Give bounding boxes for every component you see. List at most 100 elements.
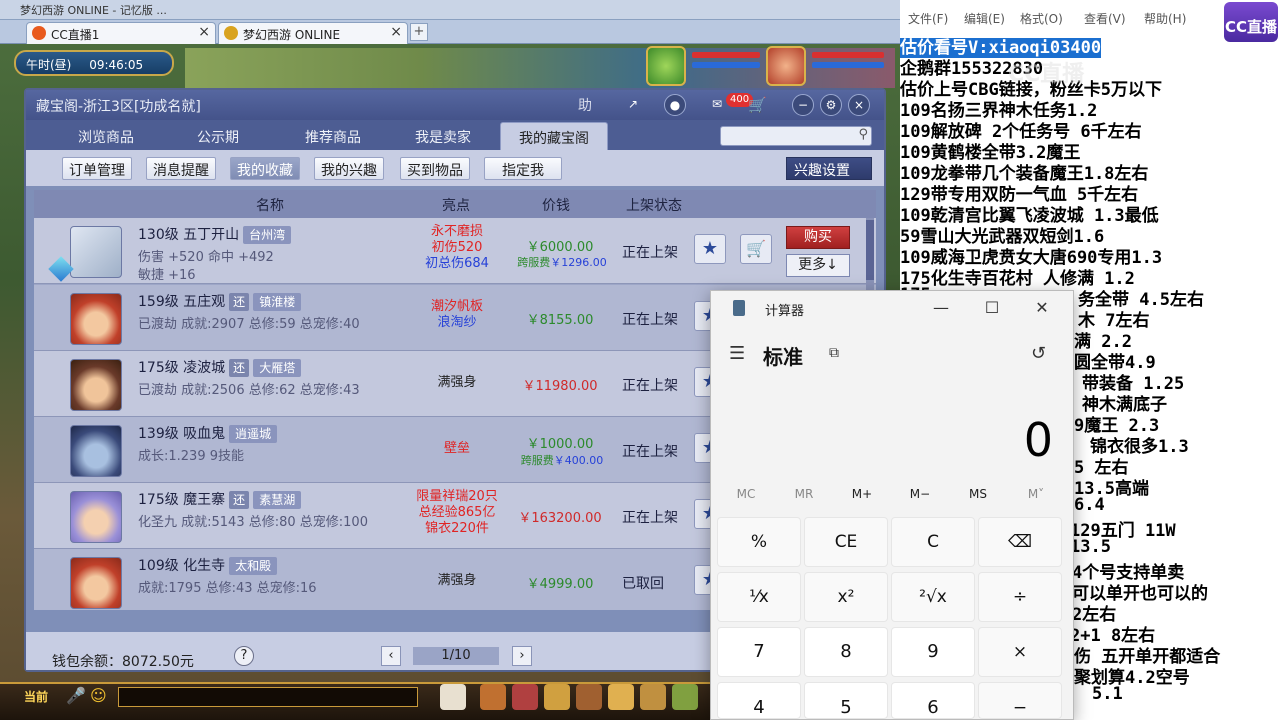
close-icon[interactable]: × xyxy=(848,94,870,116)
menu-format[interactable]: 格式(O) xyxy=(1020,10,1063,27)
character-avatar[interactable] xyxy=(70,491,122,543)
scrollbar-thumb[interactable] xyxy=(866,220,874,280)
minimize-icon[interactable]: − xyxy=(792,94,814,116)
clear-key[interactable]: C xyxy=(891,517,975,567)
tab-recommend[interactable]: 推荐商品 xyxy=(280,122,386,150)
browser-tab-cc[interactable]: CC直播1 × xyxy=(26,22,216,44)
mem-store-button[interactable]: MS xyxy=(949,487,1007,501)
settings-icon[interactable]: ⚙ xyxy=(820,94,842,116)
mem-list-button[interactable]: M˅ xyxy=(1007,487,1065,501)
character-avatar[interactable] xyxy=(70,557,122,609)
pet-avatar[interactable] xyxy=(646,46,686,86)
tab-my-pavilion[interactable]: 我的藏宝阁 xyxy=(500,122,608,150)
close-icon[interactable]: × xyxy=(198,24,210,40)
weapon-axe-icon[interactable] xyxy=(70,226,122,278)
digit-4-key[interactable]: 4 xyxy=(717,682,801,719)
character-avatar[interactable] xyxy=(70,293,122,345)
pet-avatar[interactable] xyxy=(70,425,122,477)
player-avatar[interactable] xyxy=(766,46,806,86)
buy-button[interactable]: 购买 xyxy=(786,226,850,249)
quest-icon[interactable] xyxy=(608,684,634,710)
digit-7-key[interactable]: 7 xyxy=(717,627,801,677)
history-icon[interactable]: ↺ xyxy=(1031,343,1046,364)
sqrt-key[interactable]: ²√x xyxy=(891,572,975,622)
mem-recall-button[interactable]: MR xyxy=(775,487,833,501)
pet-icon[interactable] xyxy=(440,684,466,710)
note-line-partial[interactable]: 13.5 xyxy=(1070,537,1111,557)
menu-file[interactable]: 文件(F) xyxy=(908,10,948,27)
more-button[interactable]: 更多↓ xyxy=(786,254,850,277)
menu-help[interactable]: 帮助(H) xyxy=(1144,10,1186,27)
tab-public[interactable]: 公示期 xyxy=(168,122,268,150)
cart-icon[interactable]: 🛒 xyxy=(740,234,772,264)
mem-subtract-button[interactable]: M− xyxy=(891,487,949,501)
gift-icon[interactable] xyxy=(576,684,602,710)
record-icon[interactable]: ● xyxy=(664,94,686,116)
minus-key[interactable]: − xyxy=(978,682,1062,719)
clock-period: 午时(昼) xyxy=(26,58,72,72)
clear-entry-key[interactable]: CE xyxy=(804,517,888,567)
divide-key[interactable]: ÷ xyxy=(978,572,1062,622)
tab-browse[interactable]: 浏览商品 xyxy=(56,122,156,150)
help-button[interactable]: 助 xyxy=(578,95,592,115)
skill-icon[interactable] xyxy=(480,684,506,710)
digit-8-key[interactable]: 8 xyxy=(804,627,888,677)
close-button[interactable]: ✕ xyxy=(1027,297,1057,321)
browser-tab-game[interactable]: 梦幻西游 ONLINE × xyxy=(218,22,408,44)
map-icon[interactable] xyxy=(640,684,666,710)
favorite-star-icon[interactable]: ★ xyxy=(694,234,726,264)
cart-icon[interactable]: 🛒 xyxy=(748,96,767,114)
share-icon[interactable]: ↗ xyxy=(622,94,644,116)
server-tag: 逍遥城 xyxy=(229,425,278,443)
backspace-key[interactable]: ⌫ xyxy=(978,517,1062,567)
note-line-partial[interactable]: 5.1 xyxy=(1092,684,1123,704)
friend-icon[interactable] xyxy=(672,684,698,710)
character-avatar[interactable] xyxy=(70,359,122,411)
note-line-partial[interactable]: 6.4 xyxy=(1074,495,1105,515)
cc-live-icon xyxy=(32,26,46,40)
table-row[interactable]: 130级 五丁开山 台州湾 伤害 +520 命中 +492 敏捷 +16 永不磨损… xyxy=(34,218,876,284)
subtab-messages[interactable]: 消息提醒 xyxy=(146,157,216,180)
next-page-button[interactable]: › xyxy=(512,646,532,666)
subtab-orders[interactable]: 订单管理 xyxy=(62,157,132,180)
digit-9-key[interactable]: 9 xyxy=(891,627,975,677)
search-icon[interactable]: ⚲ xyxy=(858,127,868,142)
team-icon[interactable] xyxy=(544,684,570,710)
menu-edit[interactable]: 编辑(E) xyxy=(964,10,1005,27)
new-tab-button[interactable]: + xyxy=(410,23,428,41)
emoji-icon[interactable]: ☺ xyxy=(90,686,107,705)
subtab-interests[interactable]: 我的兴趣 xyxy=(314,157,384,180)
subtab-purchased[interactable]: 买到物品 xyxy=(400,157,470,180)
message-icon[interactable]: ✉ xyxy=(706,94,728,116)
microphone-icon[interactable]: 🎤 xyxy=(66,686,86,705)
minimize-button[interactable]: — xyxy=(926,297,956,321)
percent-key[interactable]: % xyxy=(717,517,801,567)
mem-clear-button[interactable]: MC xyxy=(717,487,775,501)
prev-page-button[interactable]: ‹ xyxy=(381,646,401,666)
multiply-key[interactable]: × xyxy=(978,627,1062,677)
subtab-assigned[interactable]: 指定我 xyxy=(484,157,562,180)
calculator-title-bar[interactable]: 计算器 — ☐ ✕ xyxy=(711,291,1073,325)
interest-settings-button[interactable]: 兴趣设置 xyxy=(786,157,872,180)
digit-6-key[interactable]: 6 xyxy=(891,682,975,719)
tab-seller[interactable]: 我是卖家 xyxy=(390,122,496,150)
search-input[interactable]: ⚲ xyxy=(720,126,872,146)
item-name: 139级 吸血鬼 xyxy=(138,426,226,442)
keep-on-top-icon[interactable]: ⧉ xyxy=(829,345,839,361)
help-question-icon[interactable]: ? xyxy=(234,646,254,666)
mem-add-button[interactable]: M+ xyxy=(833,487,891,501)
item-title: 139级 吸血鬼 逍遥城 xyxy=(138,423,278,443)
server-tag: 台州湾 xyxy=(243,226,292,244)
reciprocal-key[interactable]: ⅟x xyxy=(717,572,801,622)
menu-icon[interactable]: ☰ xyxy=(729,343,745,364)
square-key[interactable]: x² xyxy=(804,572,888,622)
maximize-button[interactable]: ☐ xyxy=(977,297,1007,321)
bag-icon[interactable] xyxy=(512,684,538,710)
menu-view[interactable]: 查看(V) xyxy=(1084,10,1126,27)
close-icon[interactable]: × xyxy=(390,24,402,40)
chat-channel-button[interactable]: 当前 xyxy=(24,688,48,705)
digit-5-key[interactable]: 5 xyxy=(804,682,888,719)
listing-status: 正在上架 xyxy=(622,312,678,328)
chat-input[interactable] xyxy=(118,687,418,707)
subtab-favorites[interactable]: 我的收藏 xyxy=(230,157,300,180)
